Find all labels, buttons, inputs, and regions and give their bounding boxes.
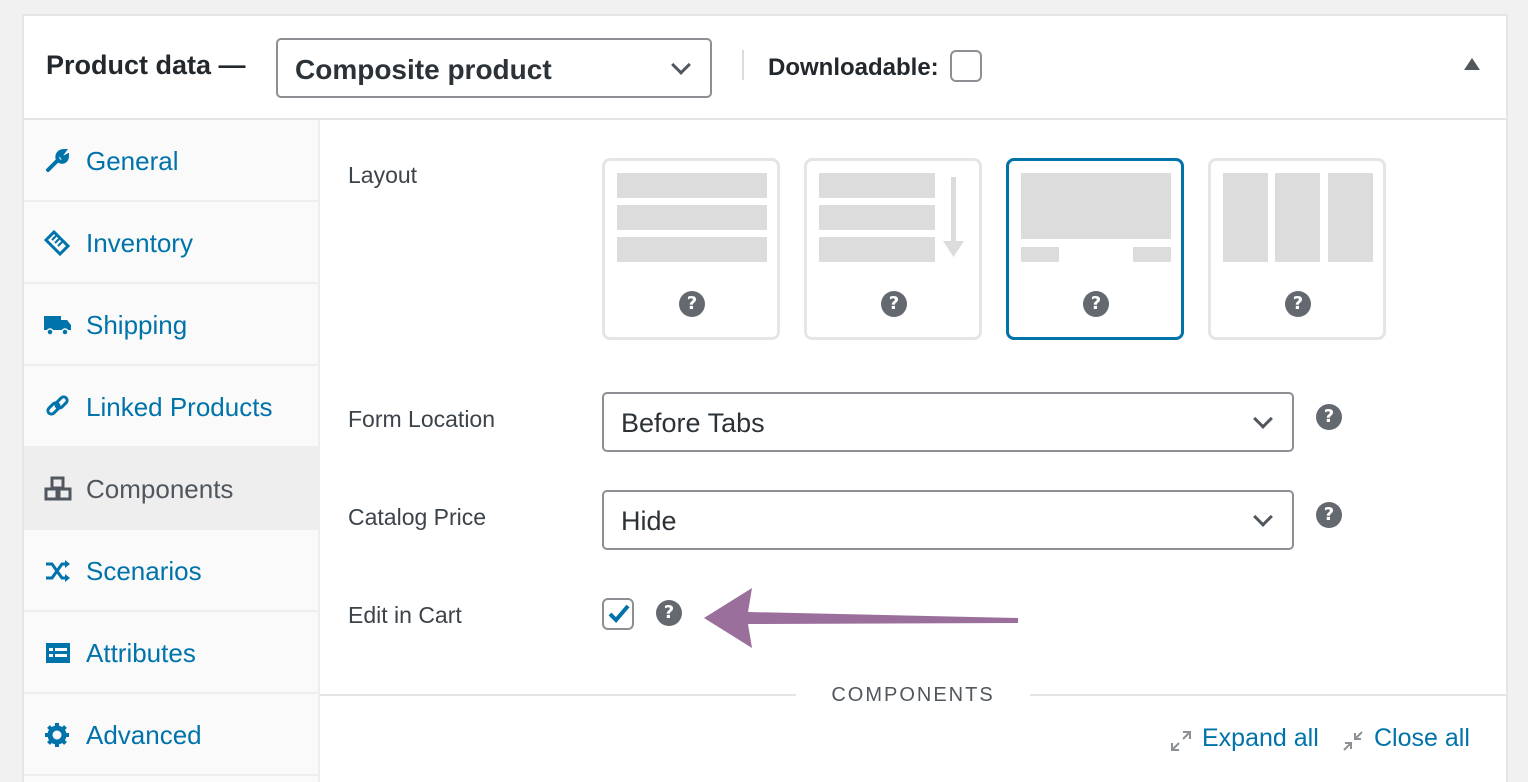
- tab-advanced[interactable]: Advanced: [24, 694, 318, 776]
- form-location-value: Before Tabs: [621, 408, 765, 438]
- catalog-price-select[interactable]: Hide: [602, 490, 1294, 550]
- edit-in-cart-label: Edit in Cart: [348, 602, 462, 628]
- downloadable-label: Downloadable:: [768, 54, 939, 81]
- product-data-tabs: General Inventory Shipping Linked Produc…: [24, 120, 320, 782]
- tab-general[interactable]: General: [24, 120, 318, 202]
- help-icon[interactable]: ?: [1083, 291, 1109, 317]
- help-icon[interactable]: ?: [1316, 502, 1342, 528]
- product-data-title: Product data —: [46, 50, 246, 80]
- layout-thumb-block: [617, 173, 767, 198]
- help-icon[interactable]: ?: [656, 600, 682, 626]
- header-divider: [742, 50, 744, 80]
- layout-thumb-block: [1223, 173, 1268, 262]
- wrench-icon: [46, 148, 70, 172]
- product-data-header: Product data — Composite product Downloa…: [24, 16, 1506, 120]
- chevron-down-icon: [1253, 507, 1273, 527]
- layout-option-stepped[interactable]: ?: [1006, 158, 1184, 340]
- tab-label: Components: [86, 474, 234, 504]
- tab-label: Linked Products: [86, 392, 273, 422]
- product-type-value: Composite product: [295, 54, 552, 85]
- truck-icon: [44, 316, 71, 336]
- tab-shipping[interactable]: Shipping: [24, 284, 318, 366]
- layout-thumb-block: [1133, 247, 1171, 262]
- tab-attributes[interactable]: Attributes: [24, 612, 318, 694]
- arrow-down-icon: [943, 177, 964, 257]
- layout-option-componentized[interactable]: ?: [1208, 158, 1386, 340]
- help-icon[interactable]: ?: [1285, 291, 1311, 317]
- help-icon[interactable]: ?: [679, 291, 705, 317]
- layout-thumb-block: [819, 173, 935, 198]
- help-icon[interactable]: ?: [1316, 404, 1342, 430]
- layout-thumb-block: [1021, 247, 1059, 262]
- downloadable-checkbox[interactable]: [950, 50, 982, 82]
- tab-scenarios[interactable]: Scenarios: [24, 530, 318, 612]
- layout-thumb-block: [1021, 173, 1171, 239]
- layout-label: Layout: [348, 162, 418, 188]
- close-all-link[interactable]: Close all: [1374, 724, 1470, 753]
- catalog-price-value: Hide: [621, 506, 677, 536]
- collapse-triangle-icon[interactable]: [1464, 58, 1480, 70]
- link-icon: [46, 395, 69, 416]
- tag-icon: [44, 230, 71, 256]
- expand-icon: [1171, 731, 1191, 751]
- product-data-panel: Product data — Composite product Downloa…: [22, 14, 1508, 782]
- layout-thumb-block: [1328, 173, 1373, 262]
- components-options-panel: Layout ? ? ? ? Form Location Before Tabs…: [320, 120, 1506, 782]
- chevron-down-icon: [671, 55, 691, 75]
- section-divider: [1030, 694, 1506, 696]
- tab-label: Shipping: [86, 310, 188, 340]
- tab-label: General: [86, 146, 179, 176]
- tab-label: Advanced: [86, 720, 202, 750]
- catalog-price-label: Catalog Price: [348, 504, 487, 530]
- layout-thumb-block: [819, 205, 935, 230]
- layout-thumb-block: [617, 237, 767, 262]
- components-section-title: COMPONENTS: [831, 684, 995, 706]
- tab-linked-products[interactable]: Linked Products: [24, 366, 318, 448]
- collapse-icon: [1343, 731, 1363, 751]
- annotation-arrow: [704, 588, 1018, 648]
- layout-thumb-block: [1275, 173, 1320, 262]
- form-location-label: Form Location: [348, 406, 496, 432]
- gear-icon: [45, 723, 69, 747]
- form-location-select[interactable]: Before Tabs: [602, 392, 1294, 452]
- chevron-down-icon: [1253, 409, 1273, 429]
- expand-all-link[interactable]: Expand all: [1202, 724, 1319, 753]
- section-divider: [320, 694, 796, 696]
- tab-inventory[interactable]: Inventory: [24, 202, 318, 284]
- layout-thumb-block: [617, 205, 767, 230]
- tab-label: Attributes: [86, 638, 196, 668]
- layout-option-stacked[interactable]: ?: [602, 158, 780, 340]
- tab-components[interactable]: Components: [24, 448, 318, 530]
- tab-label: Scenarios: [86, 556, 202, 586]
- product-type-select[interactable]: Composite product: [276, 38, 712, 98]
- list-icon: [46, 643, 70, 663]
- layout-thumb-block: [819, 237, 935, 262]
- tab-label: Inventory: [86, 228, 193, 258]
- edit-in-cart-checkbox[interactable]: [602, 598, 634, 630]
- cubes-icon: [44, 476, 72, 501]
- help-icon[interactable]: ?: [881, 291, 907, 317]
- shuffle-icon: [46, 560, 70, 582]
- checkmark-icon: [608, 604, 630, 623]
- layout-option-progressive[interactable]: ?: [804, 158, 982, 340]
